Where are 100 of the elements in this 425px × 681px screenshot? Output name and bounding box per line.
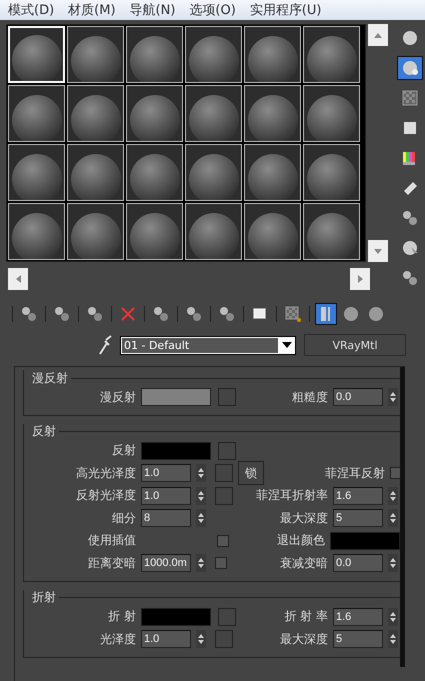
- spinner-arrows[interactable]: [388, 608, 398, 626]
- color-swatch[interactable]: [141, 608, 211, 626]
- section-title: 折射: [31, 589, 56, 606]
- spinner-arrows[interactable]: [196, 486, 206, 505]
- parameter-label: 最大深度: [280, 510, 328, 527]
- material-slot[interactable]: [185, 203, 242, 260]
- scroll-right-button[interactable]: [350, 268, 370, 290]
- material-slot[interactable]: [303, 85, 360, 142]
- material-slot[interactable]: [303, 144, 360, 201]
- material-slot[interactable]: [8, 85, 65, 142]
- parameter-label: 粗糙度: [292, 388, 328, 406]
- checkbox[interactable]: [217, 534, 229, 547]
- number-field[interactable]: 0.0: [333, 388, 383, 406]
- number-field[interactable]: 1.6: [333, 608, 383, 626]
- material-slot[interactable]: [303, 26, 360, 83]
- menu-item[interactable]: 材质(M): [68, 1, 116, 19]
- material-slot[interactable]: [126, 85, 183, 142]
- material-name-dropdown[interactable]: 01 - Default: [120, 336, 296, 354]
- parameter-label: 反射光泽度: [75, 487, 136, 504]
- sphere-icon: [367, 305, 385, 323]
- dots-icon: [400, 269, 418, 287]
- color-swatch[interactable]: [141, 388, 211, 406]
- backlight-icon: [400, 59, 418, 77]
- menu-item[interactable]: 模式(D): [8, 1, 54, 19]
- number-field[interactable]: 0.0: [333, 554, 383, 572]
- number-field[interactable]: 5: [333, 630, 383, 648]
- material-slot[interactable]: [67, 144, 124, 201]
- material-slot[interactable]: [244, 203, 301, 260]
- left-arrow-icon: [16, 275, 20, 283]
- material-slot[interactable]: [67, 26, 124, 83]
- material-slot[interactable]: [126, 144, 183, 201]
- right-arrow-icon: [358, 275, 362, 283]
- spinner-arrows[interactable]: [388, 554, 398, 572]
- material-slot[interactable]: [67, 203, 124, 260]
- material-slot[interactable]: [126, 26, 183, 83]
- up-arrow-icon: [374, 32, 382, 38]
- number-field[interactable]: 1.0: [141, 630, 191, 648]
- material-slot[interactable]: [8, 203, 65, 260]
- spheres-icon: [400, 209, 418, 227]
- pin-tool-button[interactable]: [315, 303, 337, 325]
- parameter-label: 漫反射: [99, 388, 136, 406]
- spinner-arrows[interactable]: [196, 630, 206, 648]
- material-slot[interactable]: [185, 85, 242, 142]
- parameter-label: 折 射 率: [284, 608, 328, 626]
- put-icon: [218, 305, 236, 323]
- number-field[interactable]: 1.0: [141, 464, 191, 482]
- cross-icon: [119, 305, 137, 323]
- number-field[interactable]: 5: [333, 509, 383, 528]
- number-field[interactable]: 1.0: [141, 486, 191, 505]
- parameter-label: 折 射: [107, 608, 136, 626]
- spinner-arrows[interactable]: [388, 486, 398, 505]
- checker-icon: [284, 305, 302, 323]
- spinner-arrows[interactable]: [196, 464, 206, 482]
- put-icon: [53, 305, 71, 323]
- material-name: 01 - Default: [122, 338, 278, 352]
- backlight-tool-button[interactable]: [396, 56, 422, 80]
- number-field[interactable]: 8: [141, 509, 191, 528]
- section-title: 反射: [31, 423, 56, 440]
- spinner-arrows[interactable]: [388, 630, 398, 648]
- material-slot[interactable]: [244, 26, 301, 83]
- parameter-label: 光泽度: [99, 630, 136, 648]
- color-swatch[interactable]: [330, 532, 400, 550]
- material-slot[interactable]: [126, 203, 183, 260]
- material-slot[interactable]: [185, 26, 242, 83]
- scroll-left-button[interactable]: [8, 268, 28, 290]
- material-slot[interactable]: [8, 144, 65, 201]
- menu-item[interactable]: 导航(N): [130, 1, 176, 19]
- menu-item[interactable]: 选项(O): [189, 1, 236, 19]
- parameter-label: 距离变暗: [87, 554, 136, 572]
- parameter-label: 退出颜色: [277, 532, 325, 550]
- assign-icon: [86, 305, 104, 323]
- material-slot[interactable]: [303, 203, 360, 260]
- number-field[interactable]: 1000.0m: [141, 554, 191, 572]
- parameter-label: 菲涅耳反射: [325, 464, 385, 482]
- parameter-label: 高光光泽度: [75, 464, 136, 482]
- section-title: 漫反射: [31, 370, 68, 386]
- parameter-label: 细分: [111, 510, 136, 527]
- parameter-label: 最大深度: [280, 630, 328, 648]
- material-type-button[interactable]: VRayMtl: [304, 334, 406, 356]
- checkbox[interactable]: [215, 557, 227, 570]
- material-slot[interactable]: [67, 85, 124, 142]
- spinner-arrows[interactable]: [196, 554, 206, 572]
- material-slot[interactable]: [244, 144, 301, 201]
- scroll-up-button[interactable]: [368, 24, 388, 46]
- menu-item[interactable]: 实用程序(U): [250, 1, 322, 19]
- dots-icon: [185, 305, 203, 323]
- eyedropper-icon[interactable]: [98, 335, 112, 355]
- down-arrow-icon: [374, 248, 382, 254]
- sphere-icon: [400, 29, 418, 47]
- scroll-down-button[interactable]: [368, 240, 388, 262]
- material-slot[interactable]: [244, 85, 301, 142]
- lock-button[interactable]: 锁: [238, 461, 264, 486]
- spinner-arrows[interactable]: [196, 509, 206, 528]
- spinner-arrows[interactable]: [388, 388, 398, 406]
- spinner-arrows[interactable]: [388, 509, 398, 528]
- number-field[interactable]: 1.6: [333, 486, 383, 505]
- parameter-label: 菲涅耳折射率: [256, 487, 328, 504]
- checker-icon: [400, 89, 418, 107]
- material-slot[interactable]: [185, 144, 242, 201]
- color-swatch[interactable]: [141, 442, 211, 460]
